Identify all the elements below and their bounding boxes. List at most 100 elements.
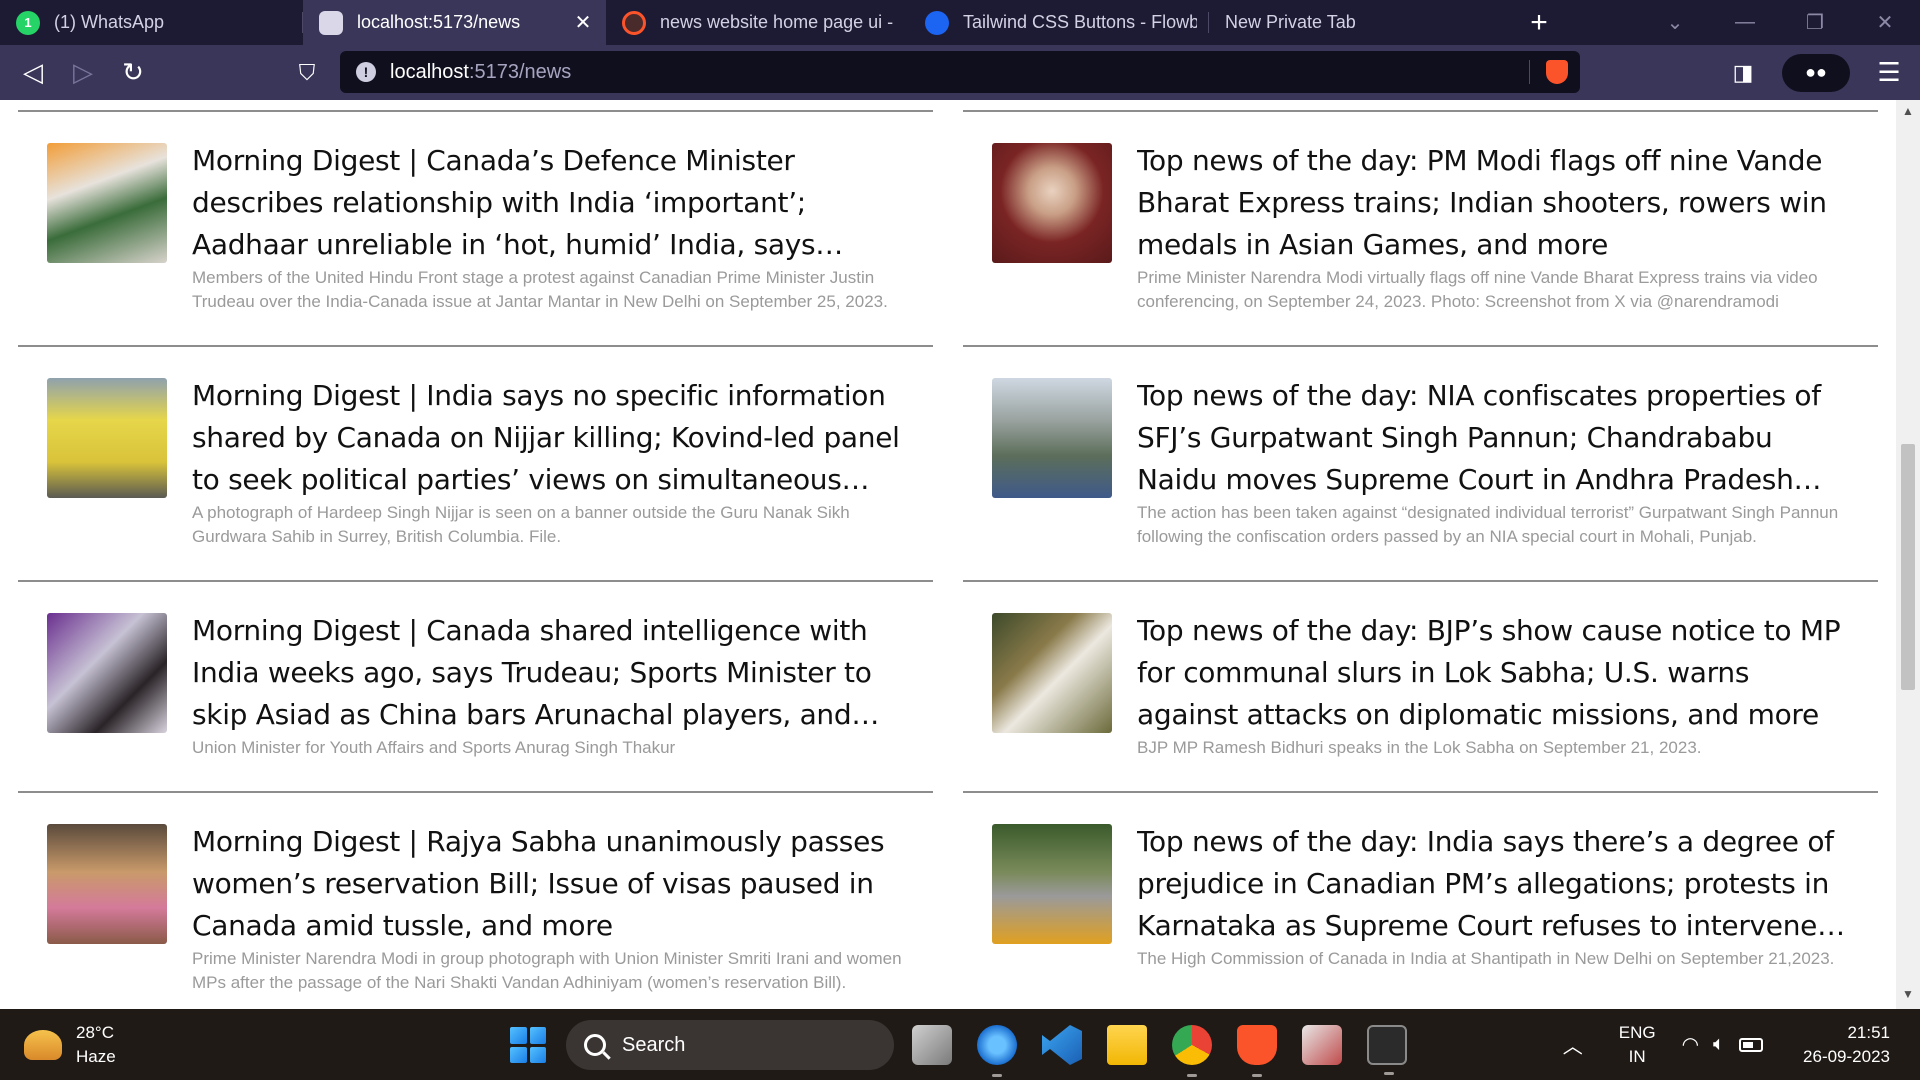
page-scrollbar[interactable]: ▲ ▼: [1896, 100, 1920, 1009]
close-window-icon[interactable]: ✕: [1850, 10, 1920, 35]
whatsapp-icon: 1: [16, 10, 40, 35]
article-title[interactable]: Morning Digest | Canada’s Defence Minist…: [192, 140, 903, 266]
news-card[interactable]: Morning Digest | Rajya Sabha unanimously…: [18, 791, 933, 1009]
vscode-icon[interactable]: [1042, 1025, 1082, 1065]
news-card[interactable]: Top news of the day: India says there’s …: [963, 791, 1878, 1009]
tab-new-private[interactable]: New Private Tab: [1209, 0, 1509, 45]
news-card[interactable]: Top news of the day: PM Modi flags off n…: [963, 110, 1878, 345]
edge-browser-icon[interactable]: [977, 1025, 1017, 1077]
article-caption: Prime Minister Narendra Modi virtually f…: [1137, 268, 1818, 311]
region-code: IN: [1628, 1046, 1646, 1066]
clock[interactable]: 21:51 26-09-2023: [1803, 1021, 1890, 1069]
article-caption: Members of the United Hindu Front stage …: [192, 268, 888, 311]
article-title[interactable]: Morning Digest | India says no specific …: [192, 375, 903, 501]
language-code: ENG: [1618, 1022, 1656, 1042]
private-window-badge[interactable]: ●●: [1782, 53, 1850, 92]
bookmark-button[interactable]: ⛉: [282, 53, 332, 93]
windows-logo-tile: [510, 1027, 527, 1044]
tab-news-website[interactable]: news website home page ui - B: [606, 0, 909, 45]
article-title[interactable]: Top news of the day: NIA confiscates pro…: [1137, 375, 1848, 501]
reload-icon: ↻: [122, 57, 144, 87]
input-language-indicator[interactable]: ENG IN: [1619, 1021, 1656, 1069]
file-explorer-icon[interactable]: [1107, 1025, 1147, 1065]
page-icon: [319, 10, 343, 35]
article-thumbnail[interactable]: [47, 613, 167, 733]
toolbar-right: ◨ ●● ☰: [1718, 45, 1920, 100]
brave-shields-icon[interactable]: [1546, 60, 1568, 84]
back-button[interactable]: ◁: [8, 53, 58, 93]
news-page: Morning Digest | Canada’s Defence Minist…: [0, 100, 1920, 1009]
window-controls: ⌄ — ❐ ✕: [1640, 0, 1920, 45]
weather-temperature: 28°C: [76, 1023, 114, 1042]
address-separator: [1529, 60, 1530, 84]
news-card[interactable]: Top news of the day: BJP’s show cause no…: [963, 580, 1878, 791]
hamburger-menu-icon: ☰: [1877, 57, 1901, 87]
forward-button[interactable]: ▷: [58, 53, 108, 93]
article-thumbnail[interactable]: [992, 824, 1112, 944]
new-tab-button[interactable]: +: [1509, 0, 1569, 45]
show-hidden-icons-chevron-icon[interactable]: ︿: [1563, 1030, 1583, 1059]
close-tab-icon[interactable]: ✕: [572, 10, 594, 35]
article-caption: The High Commission of Canada in India a…: [1137, 949, 1835, 968]
scroll-down-icon[interactable]: ▼: [1896, 987, 1920, 1007]
news-column-left: Morning Digest | Canada’s Defence Minist…: [18, 110, 933, 1009]
snipping-tool-icon[interactable]: [1302, 1025, 1342, 1065]
task-view-icon[interactable]: [912, 1025, 952, 1065]
restore-icon[interactable]: ❐: [1780, 10, 1850, 35]
article-title[interactable]: Morning Digest | Rajya Sabha unanimously…: [192, 821, 903, 947]
volume-icon[interactable]: 🔈︎: [1713, 1033, 1725, 1056]
news-card[interactable]: Top news of the day: NIA confiscates pro…: [963, 345, 1878, 580]
tab-strip: 1 (1) WhatsApp localhost:5173/news ✕ new…: [0, 0, 1920, 45]
article-thumbnail[interactable]: [992, 378, 1112, 498]
news-card[interactable]: Morning Digest | India says no specific …: [18, 345, 933, 580]
article-thumbnail[interactable]: [992, 143, 1112, 263]
chrome-icon[interactable]: [1172, 1025, 1212, 1077]
news-card[interactable]: Morning Digest | Canada shared intellige…: [18, 580, 933, 791]
start-button[interactable]: [510, 1027, 546, 1063]
windows-taskbar: 28°C Haze Search ︿ ENG IN ◠ 🔈︎ 21:51 26-…: [0, 1009, 1920, 1080]
forward-arrow-icon: ▷: [73, 57, 93, 87]
tab-localhost-news[interactable]: localhost:5173/news ✕: [303, 0, 606, 45]
brave-browser-icon[interactable]: [1237, 1025, 1277, 1077]
weather-description: Haze: [76, 1047, 116, 1066]
sidebar-icon: ◨: [1732, 59, 1754, 85]
tab-title: localhost:5173/news: [357, 12, 521, 32]
article-title[interactable]: Top news of the day: India says there’s …: [1137, 821, 1848, 947]
news-card[interactable]: Morning Digest | Canada’s Defence Minist…: [18, 110, 933, 345]
article-thumbnail[interactable]: [992, 613, 1112, 733]
tab-list-chevron-icon[interactable]: ⌄: [1640, 10, 1710, 35]
brave-search-icon: [622, 10, 646, 35]
address-bar[interactable]: ! localhost:5173/news: [340, 51, 1580, 93]
minimize-icon[interactable]: —: [1710, 11, 1780, 34]
url-host: localhost: [390, 60, 469, 83]
article-title[interactable]: Morning Digest | Canada shared intellige…: [192, 610, 903, 736]
scrollbar-thumb[interactable]: [1901, 444, 1915, 690]
wifi-icon[interactable]: ◠: [1682, 1032, 1699, 1057]
article-thumbnail[interactable]: [47, 824, 167, 944]
sidebar-button[interactable]: ◨: [1718, 53, 1768, 93]
taskbar-search[interactable]: Search: [566, 1020, 894, 1070]
clock-time: 21:51: [1847, 1022, 1890, 1042]
private-glasses-icon: ●●: [1805, 62, 1827, 82]
tab-title: New Private Tab: [1225, 12, 1356, 32]
scroll-up-icon[interactable]: ▲: [1896, 104, 1920, 124]
news-column-right: Top news of the day: PM Modi flags off n…: [963, 110, 1878, 1009]
windows-logo-tile: [529, 1046, 546, 1063]
tab-tailwind-buttons[interactable]: Tailwind CSS Buttons - Flowbite: [909, 0, 1209, 45]
search-icon: [584, 1034, 606, 1056]
tab-whatsapp[interactable]: 1 (1) WhatsApp: [0, 0, 303, 45]
weather-widget[interactable]: 28°C Haze: [24, 1021, 116, 1069]
back-arrow-icon: ◁: [23, 57, 43, 87]
menu-button[interactable]: ☰: [1864, 53, 1914, 93]
article-thumbnail[interactable]: [47, 143, 167, 263]
article-title[interactable]: Top news of the day: BJP’s show cause no…: [1137, 610, 1848, 736]
tab-title: (1) WhatsApp: [54, 12, 165, 32]
battery-icon[interactable]: [1739, 1037, 1764, 1052]
article-thumbnail[interactable]: [47, 378, 167, 498]
site-info-icon[interactable]: !: [356, 62, 376, 82]
article-title[interactable]: Top news of the day: PM Modi flags off n…: [1137, 140, 1848, 266]
terminal-icon[interactable]: [1367, 1025, 1407, 1075]
article-caption: The action has been taken against “desig…: [1137, 503, 1839, 546]
reload-button[interactable]: ↻: [108, 53, 158, 93]
browser-toolbar: ◁ ▷ ↻ ⛉ ! localhost:5173/news ◨ ●● ☰: [0, 45, 1920, 100]
